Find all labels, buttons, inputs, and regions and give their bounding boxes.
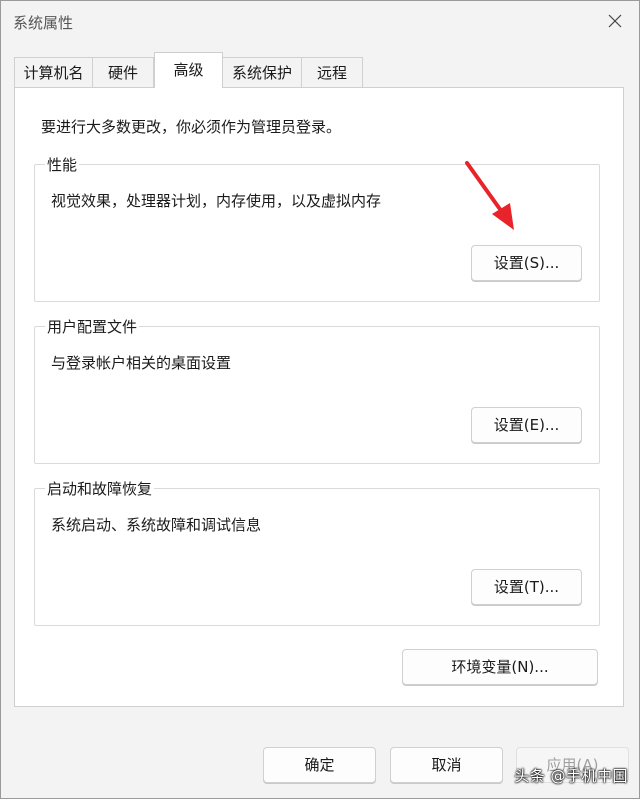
performance-group-label: 性能 <box>45 154 80 175</box>
title-bar: 系统属性 <box>1 1 639 43</box>
admin-note: 要进行大多数更改，你必须作为管理员登录。 <box>41 118 342 136</box>
startup-recovery-settings-button[interactable]: 设置(T)... <box>471 569 582 605</box>
user-profiles-description: 与登录帐户相关的桌面设置 <box>51 354 232 372</box>
user-profiles-group: 用户配置文件 与登录帐户相关的桌面设置 设置(E)... <box>34 316 600 464</box>
tab-hardware[interactable]: 硬件 <box>92 57 154 87</box>
startup-recovery-group-label: 启动和故障恢复 <box>45 478 155 499</box>
performance-settings-button[interactable]: 设置(S)... <box>471 245 582 281</box>
tab-container: 计算机名 硬件 高级 系统保护 远程 要进行大多数更改，你必须作为管理员登录。 … <box>1 43 639 713</box>
close-button[interactable] <box>595 3 635 39</box>
tab-computer-name[interactable]: 计算机名 <box>14 57 93 87</box>
environment-variables-button[interactable]: 环境变量(N)... <box>402 649 598 685</box>
system-properties-window: 系统属性 计算机名 硬件 高级 系统保护 远程 要进行大多数更改，你必须作为管理… <box>0 0 640 799</box>
cancel-button[interactable]: 取消 <box>390 747 503 783</box>
performance-group: 性能 视觉效果，处理器计划，内存使用，以及虚拟内存 设置(S)... <box>34 154 600 302</box>
startup-recovery-group: 启动和故障恢复 系统启动、系统故障和调试信息 设置(T)... <box>34 478 600 626</box>
tab-remote[interactable]: 远程 <box>301 57 363 87</box>
user-profiles-settings-button[interactable]: 设置(E)... <box>471 407 582 443</box>
performance-description: 视觉效果，处理器计划，内存使用，以及虚拟内存 <box>51 192 382 210</box>
window-title: 系统属性 <box>13 14 74 32</box>
advanced-tab-panel: 要进行大多数更改，你必须作为管理员登录。 性能 视觉效果，处理器计划，内存使用，… <box>14 87 624 707</box>
close-icon <box>608 14 622 28</box>
tab-system-protection[interactable]: 系统保护 <box>222 57 302 87</box>
ok-button[interactable]: 确定 <box>263 747 376 783</box>
user-profiles-group-label: 用户配置文件 <box>45 316 140 337</box>
startup-recovery-description: 系统启动、系统故障和调试信息 <box>51 516 262 534</box>
watermark: 头条 @手机中国 <box>514 767 628 785</box>
tab-advanced[interactable]: 高级 <box>154 52 223 88</box>
